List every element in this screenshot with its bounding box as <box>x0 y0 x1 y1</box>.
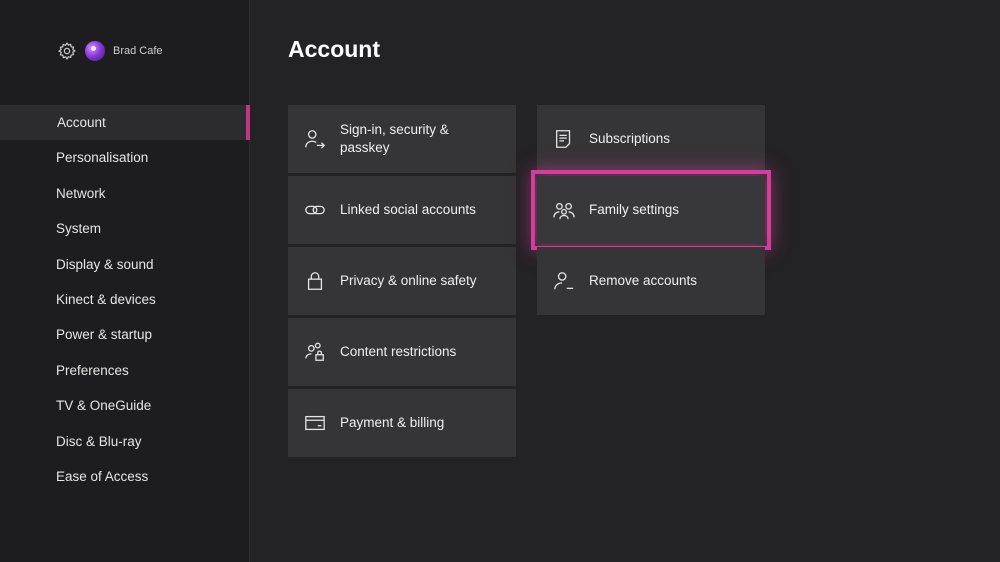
people-lock-icon <box>304 341 326 363</box>
link-icon <box>304 199 326 221</box>
tile-label: Remove accounts <box>589 273 698 288</box>
avatar[interactable] <box>85 41 105 61</box>
sidebar: Brad Cafe Account Personalisation Networ… <box>0 0 250 562</box>
tile-remove-accounts[interactable]: Remove accounts <box>537 247 765 315</box>
sidebar-item-account[interactable]: Account <box>0 105 250 141</box>
tile-subscriptions[interactable]: Subscriptions <box>537 105 765 173</box>
tile-label: Privacy & online safety <box>340 273 477 288</box>
profile-header: Brad Cafe <box>57 40 163 62</box>
tile-privacy-online-safety[interactable]: Privacy & online safety <box>288 247 516 315</box>
tile-label: Content restrictions <box>340 344 457 359</box>
sidebar-item-disc-bluray[interactable]: Disc & Blu-ray <box>0 424 250 459</box>
sidebar-item-personalisation[interactable]: Personalisation <box>0 140 250 175</box>
tile-payment-billing[interactable]: Payment & billing <box>288 389 516 457</box>
tile-label: Linked social accounts <box>340 202 476 217</box>
person-arrow-icon <box>304 128 326 150</box>
sidebar-item-kinect-devices[interactable]: Kinect & devices <box>0 282 250 317</box>
document-list-icon <box>553 128 575 150</box>
lock-icon <box>304 270 326 292</box>
tile-label: Subscriptions <box>589 131 671 146</box>
person-remove-icon <box>553 270 575 292</box>
sidebar-item-display-sound[interactable]: Display & sound <box>0 247 250 282</box>
sidebar-nav: Account Personalisation Network System D… <box>0 105 250 494</box>
sidebar-item-ease-of-access[interactable]: Ease of Access <box>0 459 250 494</box>
gamertag: Brad Cafe <box>113 45 163 57</box>
tile-label: Payment & billing <box>340 415 445 430</box>
tile-sign-in-security-passkey[interactable]: Sign-in, security & passkey <box>288 105 516 173</box>
credit-card-icon <box>304 412 326 434</box>
family-icon <box>553 199 575 221</box>
tile-family-settings[interactable]: Family settings <box>531 170 771 250</box>
sidebar-item-tv-oneguide[interactable]: TV & OneGuide <box>0 388 250 423</box>
tile-content-restrictions[interactable]: Content restrictions <box>288 318 516 386</box>
sidebar-item-network[interactable]: Network <box>0 176 250 211</box>
sidebar-item-preferences[interactable]: Preferences <box>0 353 250 388</box>
page-title: Account <box>288 36 380 62</box>
tile-linked-social-accounts[interactable]: Linked social accounts <box>288 176 516 244</box>
sidebar-item-system[interactable]: System <box>0 211 250 246</box>
gear-icon[interactable] <box>57 41 77 61</box>
tile-label: Sign-in, security & passkey <box>340 122 449 155</box>
sidebar-item-power-startup[interactable]: Power & startup <box>0 317 250 352</box>
tile-label: Family settings <box>589 202 680 217</box>
